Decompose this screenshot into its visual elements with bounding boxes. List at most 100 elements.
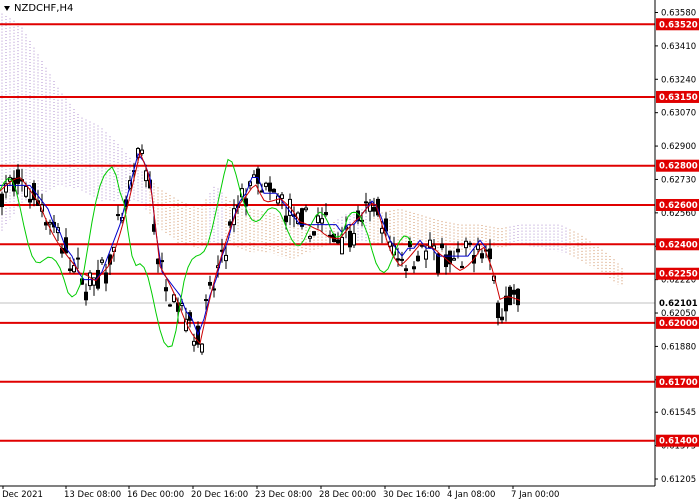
- candle-body: [424, 250, 428, 260]
- level-price-label: 0.63520: [659, 20, 698, 30]
- level-price-label: 0.61400: [659, 437, 698, 447]
- candle-body: [164, 287, 168, 292]
- candle-body: [352, 233, 356, 246]
- candle-body: [508, 286, 512, 306]
- candle-body: [460, 265, 464, 269]
- candle-body: [496, 302, 500, 319]
- candle-body: [444, 254, 448, 268]
- candle-body: [272, 188, 276, 193]
- price-tick-label: 0.61205: [661, 475, 696, 485]
- candle-body: [144, 170, 148, 182]
- candle-body: [440, 243, 444, 249]
- level-price-label: 0.63150: [659, 93, 698, 103]
- time-tick-label: 8 Dec 2021: [0, 490, 43, 500]
- candle-body: [228, 221, 232, 226]
- price-tick-label: 0.61880: [661, 342, 696, 352]
- candle-body: [340, 236, 344, 255]
- candle-body: [324, 212, 328, 216]
- price-tick-label: 0.63240: [661, 75, 696, 85]
- candle-body: [312, 231, 316, 236]
- candle-body: [416, 255, 420, 262]
- price-chart[interactable]: 0.63580 0.63410 0.63240 0.63070 0.62900 0.627…: [0, 0, 700, 500]
- candle-body: [400, 258, 404, 261]
- price-tick-label: 0.62730: [661, 175, 696, 185]
- candle-body: [412, 266, 416, 270]
- time-tick-label: 23 Dec 08:00: [255, 490, 312, 500]
- level-price-label: 0.62250: [659, 270, 698, 280]
- candle-body: [68, 268, 72, 271]
- candle-body: [452, 258, 456, 261]
- candle-body: [504, 295, 508, 312]
- level-lines: [0, 23, 655, 442]
- candle-body: [476, 244, 480, 250]
- candle-body: [16, 169, 20, 184]
- candle-body: [204, 299, 208, 302]
- candle-body: [208, 281, 212, 286]
- candle-body: [480, 253, 484, 259]
- candle-body: [464, 240, 468, 249]
- candle-body: [516, 288, 520, 306]
- current-price-label: 0.62101: [659, 299, 698, 309]
- candle-body: [140, 149, 144, 155]
- chart-window[interactable]: 0.63580 0.63410 0.63240 0.63070 0.62900 0.627…: [0, 0, 700, 500]
- candle-body: [320, 218, 324, 224]
- candle-body: [104, 272, 108, 284]
- candle-body: [168, 304, 172, 307]
- candle-body: [268, 182, 272, 192]
- candle-body: [456, 248, 460, 253]
- time-tick-label: 16 Dec 00:00: [127, 490, 184, 500]
- candle-body: [116, 214, 120, 217]
- candle-body: [0, 193, 4, 208]
- candle-body: [264, 182, 268, 187]
- candle-body: [396, 258, 400, 261]
- time-tick-label: 30 Dec 16:00: [383, 490, 440, 500]
- candle-body: [100, 259, 104, 263]
- candle-body: [160, 260, 164, 263]
- candle-body: [76, 257, 80, 260]
- candle-body: [336, 239, 340, 244]
- candle-body: [420, 244, 424, 247]
- price-tick-label: 0.63580: [661, 8, 696, 18]
- level-price-label: 0.62400: [659, 240, 698, 250]
- candle-body: [224, 254, 228, 262]
- price-tick-label: 0.63070: [661, 109, 696, 119]
- candle-body: [308, 236, 312, 239]
- symbol-label: NZDCHF,H4: [14, 3, 73, 14]
- time-tick-label: 20 Dec 16:00: [191, 490, 248, 500]
- time-axis: 8 Dec 2021 13 Dec 08:00 16 Dec 00:00 20 Dec…: [0, 485, 655, 500]
- candle-body: [84, 291, 88, 301]
- time-tick-label: 28 Dec 00:00: [319, 490, 376, 500]
- candle-body: [468, 242, 472, 245]
- candle-body: [372, 206, 376, 212]
- candle-body: [348, 230, 352, 248]
- time-tick-label: 7 Jan 00:00: [511, 490, 559, 500]
- ichimoku-cloud: [1, 13, 623, 287]
- chart-menu-triangle-icon[interactable]: [4, 6, 10, 11]
- candle-body: [404, 268, 408, 272]
- level-price-label: 0.62800: [659, 162, 698, 172]
- candle-body: [436, 253, 440, 274]
- candle-body: [488, 248, 492, 260]
- candle-body: [252, 174, 256, 178]
- candle-body: [512, 289, 516, 295]
- candle-body: [200, 343, 204, 353]
- candle-body: [28, 198, 32, 203]
- time-tick-label: 13 Dec 08:00: [64, 490, 121, 500]
- candle-body: [48, 221, 52, 225]
- price-tick-label: 0.62900: [661, 142, 696, 152]
- time-tick-label: 4 Jan 08:00: [447, 490, 495, 500]
- level-price-label: 0.62600: [659, 201, 698, 211]
- candle-body: [284, 215, 288, 223]
- price-tick-label: 0.63410: [661, 42, 696, 52]
- candle-body: [300, 208, 304, 227]
- candle-body: [304, 207, 308, 211]
- level-price-label: 0.61700: [659, 378, 698, 388]
- candle-body: [192, 340, 196, 346]
- candle-body: [280, 194, 284, 199]
- candle-body: [316, 215, 320, 224]
- price-tick-label: 0.61545: [661, 408, 696, 418]
- candle-body: [24, 185, 28, 197]
- candle-body: [364, 201, 368, 204]
- candle-body: [212, 288, 216, 291]
- candle-body: [500, 316, 504, 321]
